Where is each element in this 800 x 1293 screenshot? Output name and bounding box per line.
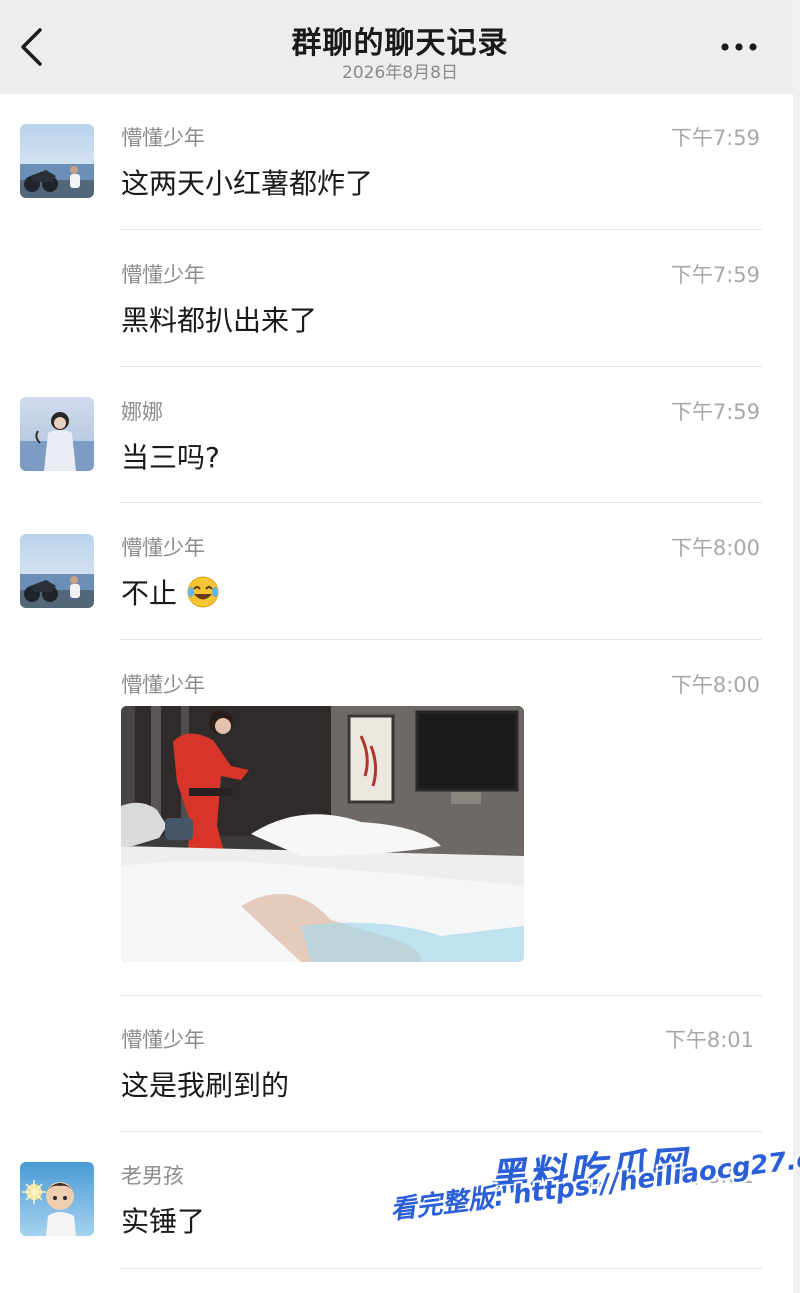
message-time: 下午7:59 [670,263,760,287]
message-text: 黑料都扒出来了 [121,304,318,337]
sender-name: 懵懂少年 [121,126,205,150]
message-text: 不止 [121,572,220,612]
divider [121,995,762,996]
more-dots-icon[interactable] [716,36,762,58]
scroll-edge [793,0,800,1293]
hotel-room-photo[interactable] [121,706,524,962]
divider [121,229,762,230]
message-text: 实锤了 [121,1205,206,1238]
message-text: 这两天小红薯都炸了 [121,167,374,200]
page-title: 群聊的聊天记录 [291,26,509,61]
sender-name: 懵懂少年 [121,673,205,697]
sender-name: 老男孩 [121,1164,184,1188]
divider [121,1131,762,1132]
sender-name: 懵懂少年 [121,536,205,560]
divider [121,1268,762,1269]
message-text-content: 不止 [121,577,178,610]
laugh-cry-emoji [187,576,219,608]
avatar[interactable] [20,397,94,471]
sender-name: 懵懂少年 [121,1028,205,1052]
avatar[interactable] [20,124,94,198]
message-time: 下午8:00 [670,673,760,697]
divider [121,502,762,503]
message-time: 下午7:59 [670,400,760,424]
message-text: 当三吗? [121,441,220,474]
avatar[interactable] [20,1162,94,1236]
avatar[interactable] [20,534,94,608]
message-time: 下午7:59 [670,126,760,150]
message-text: 这是我刷到的 [121,1069,290,1102]
divider [121,366,762,367]
message-time: 下午8:00 [670,536,760,560]
message-time: 下午8:01 [664,1028,754,1052]
sender-name: 娜娜 [121,400,163,424]
sender-name: 懵懂少年 [121,263,205,287]
chat-date: 2026年8月8日 [342,63,458,83]
divider [121,639,762,640]
chat-history-header: 群聊的聊天记录 2026年8月8日 [0,0,800,94]
